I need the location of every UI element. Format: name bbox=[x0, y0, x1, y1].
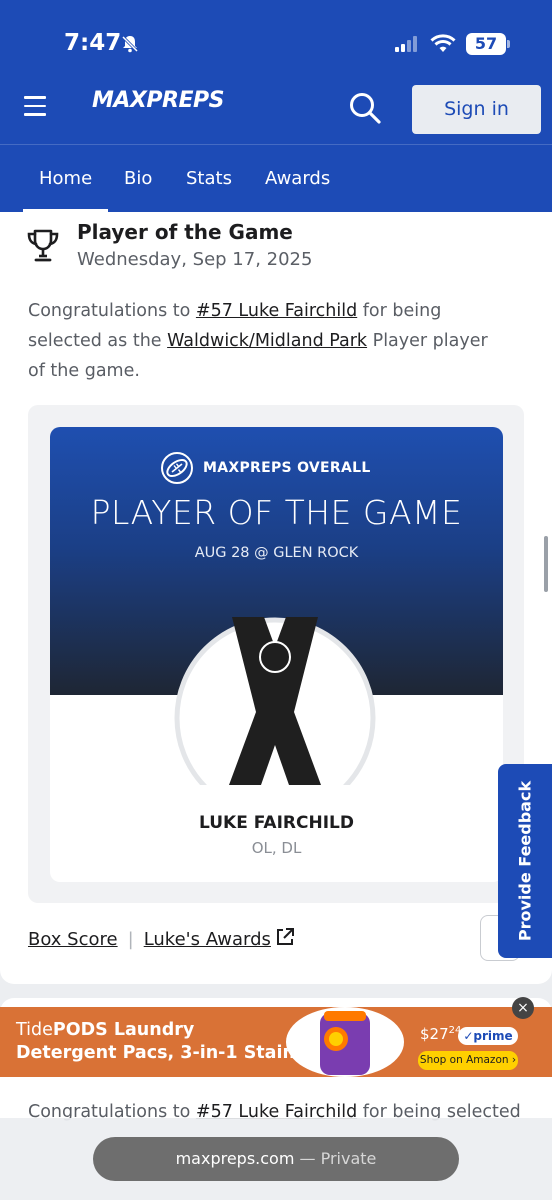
graphic-headline: PLAYER OF THE GAME bbox=[90, 493, 463, 532]
card-links: Box Score | Luke's Awards bbox=[28, 927, 295, 950]
tab-home[interactable]: Home bbox=[22, 145, 109, 213]
ad-banner[interactable]: TidePODS Laundry Detergent Pacs, 3-in-1 S… bbox=[0, 1007, 552, 1077]
player-of-game-graphic[interactable]: MAXPREPS OVERALL PLAYER OF THE GAME AUG … bbox=[50, 427, 503, 882]
ad-line1: PODS Laundry bbox=[52, 1020, 195, 1040]
team-link[interactable]: Waldwick/Midland Park bbox=[167, 331, 367, 351]
url-private-label: — Private bbox=[294, 1149, 377, 1168]
url-domain: maxpreps.com bbox=[175, 1149, 295, 1168]
football-icon bbox=[161, 452, 193, 484]
ad-close-icon[interactable]: × bbox=[512, 997, 534, 1019]
external-link-icon bbox=[276, 928, 294, 945]
graphic-game-line: AUG 28 @ GLEN ROCK bbox=[194, 545, 359, 561]
post-title: Player of the Game bbox=[77, 220, 293, 244]
tab-stats[interactable]: Stats bbox=[186, 145, 232, 213]
graphic-brand-line: MAXPREPS OVERALL bbox=[203, 460, 371, 476]
post-text: Congratulations to #57 Luke Fairchild fo… bbox=[28, 296, 508, 386]
maxpreps-logo[interactable]: MAXPREPS bbox=[92, 88, 224, 113]
search-icon[interactable] bbox=[347, 90, 383, 126]
battery-cap bbox=[507, 40, 510, 48]
post-date: Wednesday, Sep 17, 2025 bbox=[77, 249, 313, 270]
silent-bell-icon bbox=[121, 35, 139, 53]
status-bar: 7:47 57 bbox=[0, 0, 552, 82]
sign-in-button[interactable]: Sign in bbox=[412, 85, 541, 134]
page-scrollbar[interactable] bbox=[544, 536, 548, 592]
player-link[interactable]: #57 Luke Fairchild bbox=[196, 301, 357, 321]
ad-line2: Detergent Pacs, 3-in-1 Stain… bbox=[16, 1043, 313, 1063]
player-avatar bbox=[174, 617, 376, 785]
wifi-icon bbox=[430, 34, 456, 52]
ad-brand: Tide bbox=[16, 1020, 53, 1040]
tab-awards[interactable]: Awards bbox=[265, 145, 330, 213]
ad-shop-button[interactable]: Shop on Amazon › bbox=[418, 1051, 518, 1070]
battery-indicator: 57 bbox=[466, 33, 506, 55]
ad-headline: TidePODS Laundry Detergent Pacs, 3-in-1 S… bbox=[16, 1019, 312, 1065]
status-time: 7:47 bbox=[64, 30, 122, 56]
ad-price-dollars: $27 bbox=[420, 1025, 449, 1043]
menu-hamburger-icon[interactable] bbox=[24, 96, 48, 118]
feedback-label: Provide Feedback bbox=[515, 780, 535, 942]
ad-prime-badge: ✓prime bbox=[458, 1027, 518, 1045]
profile-tabs: Home Bio Stats Awards bbox=[0, 144, 552, 213]
cell-signal-icon bbox=[395, 36, 417, 52]
ad-price: $2724 bbox=[420, 1025, 461, 1043]
browser-url-bar[interactable]: maxpreps.com — Private bbox=[93, 1137, 459, 1181]
link-separator: | bbox=[127, 929, 134, 950]
trophy-icon bbox=[27, 229, 59, 262]
post-text-part: Congratulations to bbox=[28, 301, 196, 321]
ad-product-image bbox=[286, 1007, 404, 1077]
graphic-player-positions: OL, DL bbox=[251, 839, 302, 857]
app-header: 7:47 57 MAXPREPS Sign in Home Bio Stats … bbox=[0, 0, 552, 213]
provide-feedback-button[interactable]: Provide Feedback bbox=[498, 764, 552, 958]
tab-bio[interactable]: Bio bbox=[124, 145, 152, 213]
graphic-player-name: LUKE FAIRCHILD bbox=[199, 813, 354, 833]
awards-link[interactable]: Luke's Awards bbox=[144, 929, 271, 950]
box-score-link[interactable]: Box Score bbox=[28, 929, 118, 950]
